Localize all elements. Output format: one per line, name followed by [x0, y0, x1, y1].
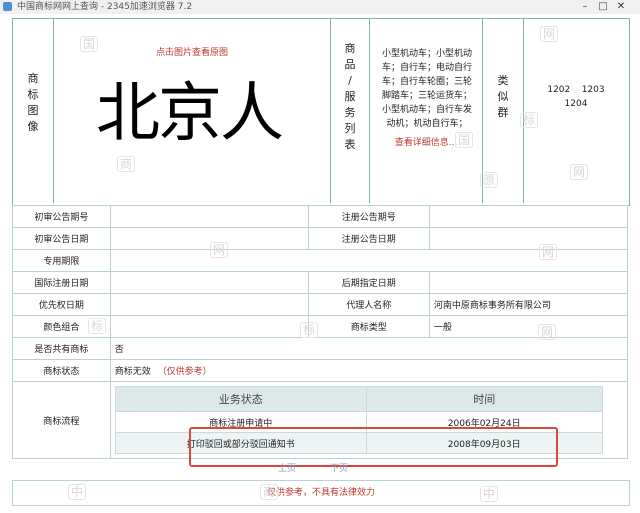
watermark-stamp: 中: [68, 484, 87, 500]
watermark-stamp: 国: [455, 132, 474, 148]
color-combo-value: [109, 315, 309, 338]
watermark-stamp: 国: [80, 36, 99, 52]
mark-type-label: 商标类型: [307, 315, 430, 338]
table-row: 是否共有商标 否: [12, 337, 629, 360]
watermark-stamp: 标: [88, 318, 107, 334]
prelim-pub-no-value: [109, 205, 309, 228]
status-value-cell: 商标无效 （仅供参考）: [109, 359, 629, 382]
window-title: 中国商标网网上查询 - 2345加速浏览器 7.2: [17, 2, 193, 12]
process-label: 商标流程: [12, 381, 111, 459]
goods-cell: 小型机动车；小型机动车；自行车；电动自行车；自行车轮圈；三轮脚踏车；三轮运货车；…: [370, 19, 483, 203]
legal-disclaimer: 仅供参考，不具有法律效力: [12, 480, 630, 506]
prelim-pub-no-label: 初审公告期号: [12, 205, 111, 228]
reg-pub-date-label: 注册公告日期: [307, 227, 430, 250]
process-time-header: 时间: [365, 386, 603, 412]
goods-label-cell: 商品/服务列表: [331, 19, 370, 203]
shared-mark-label: 是否共有商标: [12, 337, 111, 360]
table-row: 初审公告期号 注册公告期号: [12, 205, 629, 228]
table-row: 初审公告日期 注册公告日期: [12, 227, 629, 250]
image-label-cell: 商标图像: [13, 19, 54, 203]
reg-pub-date-value: [428, 227, 629, 250]
status-note: （仅供参考）: [157, 367, 212, 377]
agent-label: 代理人名称: [307, 293, 430, 316]
maximize-button[interactable]: □: [595, 0, 611, 14]
status-value: 商标无效: [114, 367, 151, 377]
watermark-stamp: 原: [480, 172, 499, 188]
watermark-stamp: 标: [520, 112, 539, 128]
watermark-stamp: 网: [210, 242, 229, 258]
trademark-detail-page: 商标图像 点击图片查看原图 北京人 商品/服务列表 小型机动车；小型机动车；自行…: [0, 14, 640, 513]
class-label: 类似群: [497, 74, 509, 119]
close-button[interactable]: ✕: [613, 0, 629, 14]
class-codes-line2: 1204: [564, 99, 588, 109]
table-row: 专用期限: [12, 249, 629, 272]
class-codes-line1: 1202 1203: [547, 85, 605, 95]
exclusive-period-label: 专用期限: [12, 249, 111, 272]
table-row: 优先权日期 代理人名称 河南中原商标事务所有限公司: [12, 293, 629, 316]
browser-logo-icon: [3, 2, 12, 11]
trademark-summary-row: 商标图像 点击图片查看原图 北京人 商品/服务列表 小型机动车；小型机动车；自行…: [12, 18, 630, 206]
later-designation-date-value: [428, 271, 629, 294]
minimize-button[interactable]: –: [577, 0, 593, 14]
table-row: 国际注册日期 后期指定日期: [12, 271, 629, 294]
goods-list: 小型机动车；小型机动车；自行车；电动自行车；自行车轮圈；三轮脚踏车；三轮运货车；…: [381, 49, 472, 129]
later-designation-date-label: 后期指定日期: [307, 271, 430, 294]
intl-reg-date-label: 国际注册日期: [12, 271, 111, 294]
reg-pub-no-value: [428, 205, 629, 228]
watermark-stamp: 网: [538, 324, 557, 340]
watermark-stamp: 商: [260, 484, 279, 500]
shared-mark-value: 否: [109, 337, 629, 360]
goods-label: 商品/服务列表: [344, 42, 356, 151]
watermark-stamp: 网: [540, 26, 559, 42]
priority-date-label: 优先权日期: [12, 293, 111, 316]
prelim-pub-date-label: 初审公告日期: [12, 227, 111, 250]
watermark-stamp: 中: [480, 486, 499, 502]
next-page-link[interactable]: 下页: [330, 461, 348, 474]
table-row: 商标状态 商标无效 （仅供参考）: [12, 359, 629, 382]
intl-reg-date-value: [109, 271, 309, 294]
status-label: 商标状态: [12, 359, 111, 382]
watermark-stamp: 网: [539, 244, 558, 260]
agent-value: 河南中原商标事务所有限公司: [428, 293, 629, 316]
watermark-stamp: 标: [300, 322, 319, 338]
pager: 上页 下页: [12, 457, 628, 479]
mark-type-value: 一般: [428, 315, 629, 338]
priority-date-value: [109, 293, 309, 316]
watermark-stamp: 商: [117, 156, 136, 172]
image-label: 商标图像: [27, 72, 39, 133]
watermark-stamp: 网: [570, 164, 589, 180]
prev-page-link[interactable]: 上页: [278, 461, 296, 474]
reg-pub-no-label: 注册公告期号: [307, 205, 430, 228]
trademark-mark-text: 北京人: [96, 77, 284, 151]
process-status-header: 业务状态: [114, 386, 367, 412]
process-header-row: 业务状态 时间: [114, 386, 603, 412]
browser-title-bar: 中国商标网网上查询 - 2345加速浏览器 7.2 – □ ✕: [0, 0, 640, 15]
trademark-image[interactable]: 北京人: [96, 71, 306, 157]
